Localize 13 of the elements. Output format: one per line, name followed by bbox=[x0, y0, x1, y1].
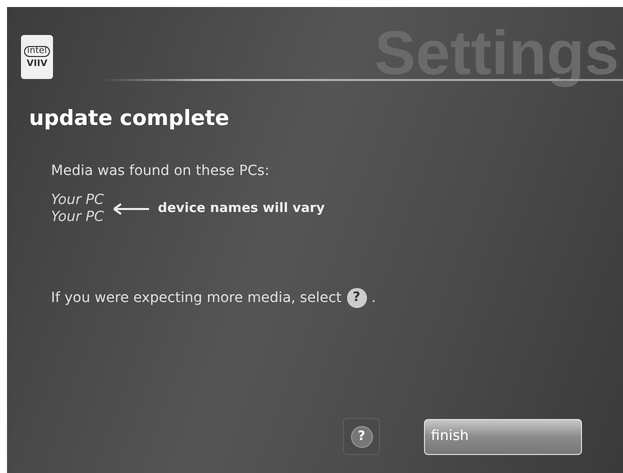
logo-top-text: intel bbox=[24, 46, 50, 56]
intro-text: Media was found on these PCs: bbox=[51, 162, 270, 180]
hint-text: If you were expecting more media, select bbox=[51, 288, 342, 308]
help-button[interactable]: ? bbox=[343, 418, 380, 455]
callout-text: device names will vary bbox=[158, 200, 325, 218]
pc-name: Your PC bbox=[51, 208, 104, 226]
pc-name: Your PC bbox=[51, 192, 104, 208]
finish-button[interactable]: finish bbox=[424, 418, 582, 454]
logo-bottom-text: VIIV bbox=[26, 60, 48, 68]
left-arrow-icon bbox=[112, 202, 150, 214]
heading: update complete bbox=[29, 105, 230, 132]
help-icon: ? bbox=[346, 288, 367, 308]
hint-period: . bbox=[372, 288, 376, 308]
